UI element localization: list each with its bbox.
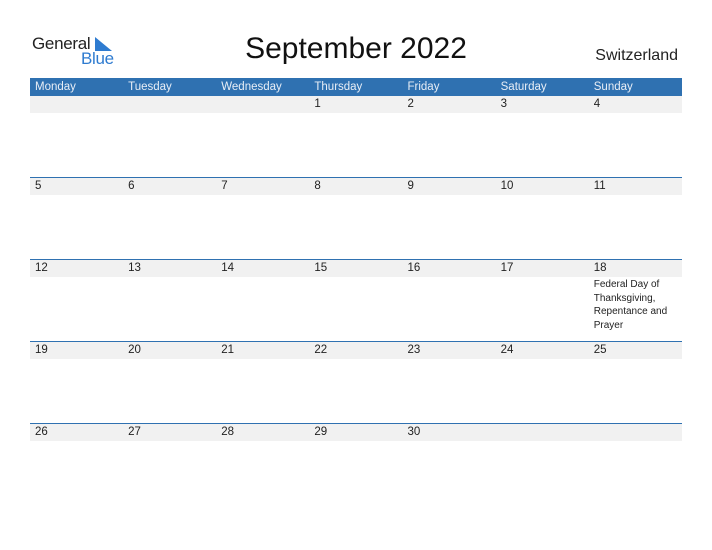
day-event: [403, 277, 496, 332]
day-number: 28: [221, 426, 235, 438]
events-row: [30, 359, 682, 360]
day-event: [309, 277, 402, 332]
week-row: 1 2 3 4: [30, 96, 682, 177]
day-event: [216, 113, 309, 114]
week-row: 26 27 28 29 30: [30, 423, 682, 505]
day-event: [123, 113, 216, 114]
weekday-sunday: Sunday: [593, 81, 633, 93]
events-row: [30, 441, 682, 442]
day-event: [403, 359, 496, 360]
day-event: [216, 441, 309, 442]
day-number: [123, 96, 216, 113]
day-event: [589, 113, 682, 114]
day-number: 30: [407, 426, 421, 438]
day-event: [123, 195, 216, 196]
day-number: 24: [500, 344, 514, 356]
day-number: 11: [593, 180, 606, 192]
day-event: [309, 441, 402, 442]
calendar-grid: Monday Tuesday Wednesday Thursday Friday Satu…: [30, 78, 682, 505]
day-event: [403, 113, 496, 114]
day-number: [496, 424, 589, 441]
day-number: 16: [407, 262, 421, 274]
day-number: 10: [500, 180, 514, 192]
day-event: [123, 441, 216, 442]
day-event: [216, 195, 309, 196]
day-number: 5: [35, 180, 42, 192]
weekday-tuesday: Tuesday: [128, 81, 172, 93]
date-strip: 19 20 21 22 23 24 25: [30, 342, 682, 359]
day-event: [496, 195, 589, 196]
date-strip: 12 13 14 15 16 17 18: [30, 260, 682, 277]
weekday-thursday: Thursday: [314, 81, 363, 93]
day-number: 3: [500, 98, 508, 110]
day-event: [589, 441, 682, 442]
day-event: [589, 195, 682, 196]
day-event: [30, 359, 123, 360]
day-number: 20: [128, 344, 141, 356]
day-event: [403, 441, 496, 442]
day-number: 7: [221, 180, 228, 192]
day-number: 12: [35, 262, 48, 274]
day-number: 13: [128, 262, 141, 274]
day-event: [309, 359, 402, 360]
day-event: [30, 277, 123, 332]
day-event: [309, 113, 402, 114]
day-event: [496, 113, 589, 114]
day-event: [123, 277, 216, 332]
day-number: 18: [593, 262, 607, 274]
day-number: 17: [500, 262, 514, 274]
day-event: [496, 277, 589, 332]
date-strip: 1 2 3 4: [30, 96, 682, 113]
day-number: 21: [221, 344, 235, 356]
day-event: [30, 441, 123, 442]
day-event: Federal Day of Thanksgiving, Repentance …: [593, 279, 668, 331]
day-number: 23: [407, 344, 421, 356]
date-strip: 5 6 7 8 9 10 11: [30, 178, 682, 195]
weekday-monday: Monday: [35, 81, 76, 93]
events-row: [30, 195, 682, 196]
day-number: 1: [314, 98, 321, 110]
day-number: [216, 96, 309, 113]
day-number: 29: [314, 426, 328, 438]
day-number: 27: [128, 426, 141, 438]
day-number: [30, 96, 123, 113]
week-row: 19 20 21 22 23 24 25: [30, 341, 682, 423]
day-event: [496, 441, 589, 442]
day-event: [30, 113, 123, 114]
day-number: 25: [593, 344, 607, 356]
day-number: 14: [221, 262, 235, 274]
week-row: 5 6 7 8 9 10 11: [30, 177, 682, 259]
date-strip: 26 27 28 29 30: [30, 424, 682, 441]
day-event: [216, 359, 309, 360]
day-number: 22: [314, 344, 328, 356]
day-event: [216, 277, 309, 332]
week-row: 12 13 14 15 16 17 18 Federal Day of Thanksgivin…: [30, 259, 682, 341]
country-label: Switzerland: [595, 47, 678, 64]
day-event: [496, 359, 589, 360]
day-number: [589, 424, 682, 441]
day-number: 9: [407, 180, 414, 192]
events-row: Federal Day of Thanksgiving, Repentance …: [30, 277, 682, 332]
weekday-saturday: Saturday: [500, 81, 547, 93]
day-event: [589, 359, 682, 360]
weekday-header: Monday Tuesday Wednesday Thursday Friday Satu…: [30, 78, 682, 96]
weekday-wednesday: Wednesday: [221, 81, 282, 93]
day-event: [403, 195, 496, 196]
day-event: [309, 195, 402, 196]
day-event: [123, 359, 216, 360]
weekday-friday: Friday: [407, 81, 440, 93]
day-number: 19: [35, 344, 48, 356]
day-number: 15: [314, 262, 328, 274]
day-number: 2: [407, 98, 414, 110]
day-number: 4: [593, 98, 601, 110]
day-number: 8: [314, 180, 321, 192]
day-number: 6: [128, 180, 135, 192]
day-event: [30, 195, 123, 196]
events-row: [30, 113, 682, 114]
day-number: 26: [35, 426, 48, 438]
